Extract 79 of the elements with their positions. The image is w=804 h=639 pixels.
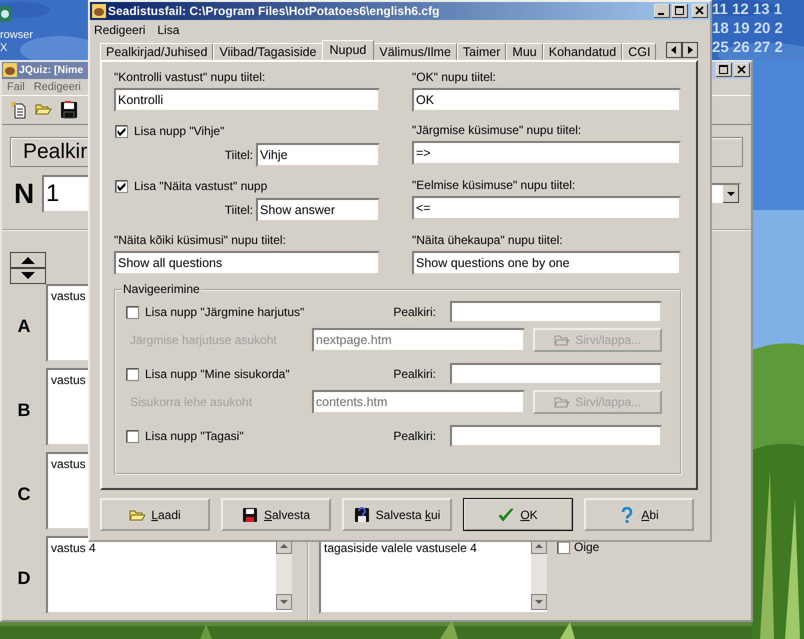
text-field[interactable] <box>450 425 662 447</box>
tab[interactable]: Pealkirjad/Juhised <box>100 43 214 60</box>
close-button[interactable] <box>692 4 708 18</box>
checkbox-label: Lisa nupp "Vihje" <box>134 124 224 138</box>
save-icon[interactable] <box>60 101 78 120</box>
text-field[interactable]: Kontrolli <box>114 88 380 112</box>
checkbox[interactable] <box>115 180 128 192</box>
up-down-arrows[interactable] <box>10 252 46 284</box>
field-label: Pealkiri: <box>393 429 436 443</box>
window-title: JQuiz: [Nime <box>19 64 84 76</box>
checkbox[interactable] <box>126 368 139 380</box>
answer-letter: B <box>16 400 32 421</box>
field-label: "Eelmise küsimuse" nupu tiitel: <box>412 178 576 192</box>
field-label: Pealkiri: <box>393 367 436 381</box>
application-icon[interactable] <box>0 4 12 24</box>
field-label: "Kontrolli vastust" nupu tiitel: <box>114 70 266 84</box>
dialog-button[interactable]: OK <box>463 498 573 531</box>
text-field[interactable]: Show answer <box>256 198 380 222</box>
question-label: N <box>13 178 36 210</box>
menu-item[interactable]: Redigeeri <box>34 80 81 93</box>
tab[interactable]: Kohandatud <box>542 43 622 60</box>
answer-field[interactable]: vastus 4 <box>46 536 294 614</box>
scroll-right-button[interactable] <box>682 42 698 58</box>
answer-letter: A <box>16 316 32 337</box>
potato-icon <box>92 4 106 18</box>
tab[interactable]: CGI <box>622 43 656 60</box>
text-field[interactable]: Show questions one by one <box>412 251 681 275</box>
folder-icon <box>554 333 570 347</box>
tab[interactable]: Nupud <box>322 40 374 60</box>
window-title: Seadistusfail: C:\Program Files\HotPotatoes6\english6.cfg <box>108 4 440 18</box>
text-field[interactable]: Vihje <box>256 143 380 167</box>
field-label: "Näita ühekaupa" nupu tiitel: <box>412 233 564 247</box>
field-label: Tiitel: <box>224 148 253 162</box>
menu-item[interactable]: Fail <box>7 80 25 93</box>
checkbox[interactable] <box>126 430 139 442</box>
field-label: "Näita kõiki küsimusi" nupu tiitel: <box>114 233 287 247</box>
text-field[interactable]: => <box>412 141 681 165</box>
tab[interactable]: Välimus/Ilme <box>373 43 457 60</box>
tab[interactable]: Muu <box>506 43 543 60</box>
dialog-button[interactable]: Laadi <box>100 498 210 531</box>
checkbox[interactable] <box>115 124 128 138</box>
new-file-icon[interactable] <box>10 101 28 120</box>
menu-item[interactable]: Redigeeri <box>94 23 146 37</box>
checkbox-label: Lisa nupp "Mine sisukorda" <box>145 367 291 381</box>
field-label: "Järgmise küsimuse" nupu tiitel: <box>412 123 582 137</box>
check-mark-icon <box>498 506 514 522</box>
field-label: Pealkiri: <box>393 305 436 319</box>
menu-item[interactable]: Lisa <box>157 23 180 37</box>
scroll-left-button[interactable] <box>666 42 682 58</box>
dialog-button[interactable]: Abi <box>584 498 694 531</box>
desktop-icon-label[interactable]: X <box>0 42 34 55</box>
checkbox-label: Lisa nupp "Järgmine harjutus" <box>145 305 306 319</box>
potato-icon <box>3 63 17 78</box>
checkbox-label: Lisa "Näita vastust" nupp <box>134 179 268 193</box>
maximize-button[interactable] <box>716 63 732 78</box>
text-field[interactable] <box>450 363 662 385</box>
checkbox[interactable] <box>557 541 570 554</box>
text-field[interactable] <box>450 301 662 323</box>
folder-icon <box>554 395 570 409</box>
field-label: Tiitel: <box>224 203 253 217</box>
tab[interactable]: Taimer <box>456 43 506 60</box>
dropdown-arrow-icon[interactable] <box>723 185 739 204</box>
minimize-button[interactable] <box>654 4 670 18</box>
checkbox[interactable] <box>126 306 139 318</box>
dialog-button[interactable]: Salvesta kui <box>342 498 452 531</box>
checkbox-label: Lisa nupp "Tagasi" <box>145 429 245 443</box>
field-label: "OK" nupu tiitel: <box>412 70 497 84</box>
answer-letter: C <box>16 484 32 505</box>
maximize-button[interactable] <box>672 4 688 18</box>
text-field[interactable]: <= <box>412 196 681 220</box>
desktop-icon-label[interactable]: rowser <box>0 29 34 42</box>
text-field[interactable]: OK <box>412 88 681 112</box>
answer-letter: D <box>16 568 32 589</box>
floppy-disk-question-icon <box>354 506 370 522</box>
group-title: Navigeerimine <box>122 282 201 296</box>
text-field[interactable]: Show all questions <box>114 251 380 275</box>
close-button[interactable] <box>734 63 750 78</box>
dialog-button[interactable]: Salvesta <box>221 498 331 531</box>
question-mark-icon <box>619 506 636 522</box>
